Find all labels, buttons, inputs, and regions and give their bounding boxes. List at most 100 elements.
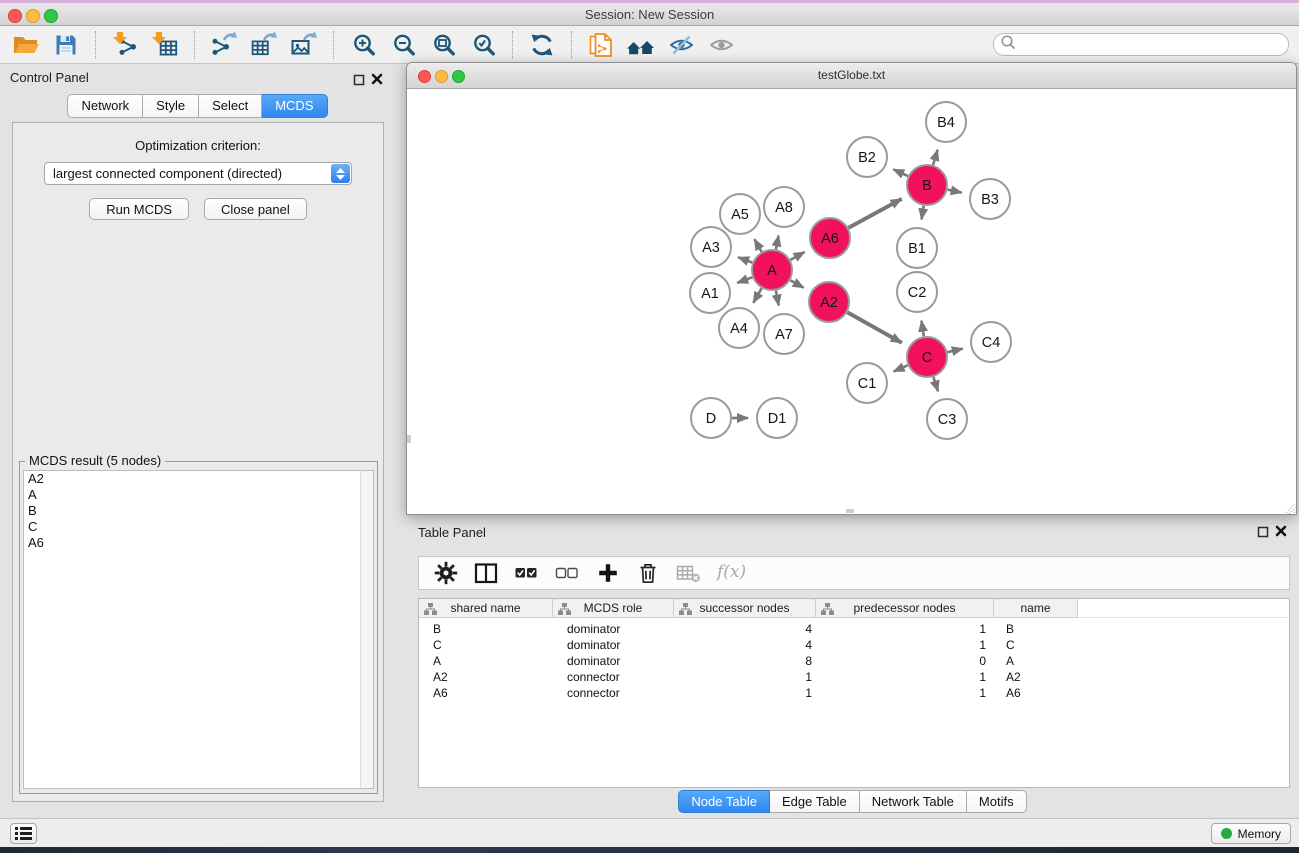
node-C1[interactable]: C1: [847, 363, 887, 403]
table-cell[interactable]: 1: [674, 670, 816, 684]
tab-network[interactable]: Network: [67, 94, 143, 118]
tab-edge-table[interactable]: Edge Table: [770, 790, 860, 813]
edge-C-C4[interactable]: [947, 349, 962, 353]
edge-A-A2[interactable]: [790, 280, 803, 288]
edge-A-A6[interactable]: [790, 252, 804, 260]
scrollbar-track[interactable]: [360, 471, 373, 788]
node-A4[interactable]: A4: [719, 308, 759, 348]
node-A3[interactable]: A3: [691, 227, 731, 267]
memory-button[interactable]: Memory: [1211, 823, 1291, 844]
table-cell[interactable]: 4: [674, 622, 816, 636]
main-titlebar[interactable]: Session: New Session: [0, 3, 1299, 26]
edge-A-A3[interactable]: [738, 257, 752, 262]
mcds-result-item[interactable]: A6: [24, 535, 373, 551]
edge-A-A4[interactable]: [753, 288, 761, 303]
table-cell[interactable]: A2: [994, 670, 1078, 684]
table-cell[interactable]: connector: [553, 686, 674, 700]
table-cell[interactable]: A6: [419, 686, 553, 700]
edge-A-A5[interactable]: [754, 239, 761, 252]
network-canvas[interactable]: B4B2BB3A5A8A6A3B1AA1C2A2A4A7C4CC1DD1C3: [407, 89, 1296, 514]
table-row[interactable]: A6connector11A6: [419, 685, 1289, 701]
table-cell[interactable]: C: [994, 638, 1078, 652]
node-A2[interactable]: A2: [809, 282, 849, 322]
column-header-predecessor-nodes[interactable]: predecessor nodes: [816, 599, 994, 618]
table-cell[interactable]: dominator: [553, 622, 674, 636]
mcds-result-item[interactable]: A: [24, 487, 373, 503]
eye-slash-icon[interactable]: [666, 30, 696, 60]
table-cell[interactable]: 1: [816, 686, 994, 700]
mcds-result-item[interactable]: C: [24, 519, 373, 535]
column-header-shared-name[interactable]: shared name: [419, 599, 553, 618]
edge-B-B4[interactable]: [933, 150, 938, 165]
mcds-result-item[interactable]: A2: [24, 471, 373, 487]
table-cell[interactable]: A6: [994, 686, 1078, 700]
tab-node-table[interactable]: Node Table: [678, 790, 770, 813]
node-C4[interactable]: C4: [971, 322, 1011, 362]
network-window-titlebar[interactable]: testGlobe.txt: [407, 63, 1296, 89]
task-history-button[interactable]: [10, 823, 37, 844]
node-A[interactable]: A: [752, 250, 792, 290]
column-header-successor-nodes[interactable]: successor nodes: [674, 599, 816, 618]
edge-B-B3[interactable]: [948, 190, 962, 193]
export-image-icon[interactable]: [289, 30, 319, 60]
table-cell[interactable]: B: [419, 622, 553, 636]
add-icon[interactable]: [596, 561, 620, 585]
float-panel-icon[interactable]: [353, 73, 365, 91]
split-column-icon[interactable]: [474, 562, 498, 585]
table-cell[interactable]: connector: [553, 670, 674, 684]
node-A6[interactable]: A6: [810, 218, 850, 258]
network-graph[interactable]: B4B2BB3A5A8A6A3B1AA1C2A2A4A7C4CC1DD1C3: [407, 89, 1296, 514]
column-header-name[interactable]: name: [994, 599, 1078, 618]
trash-icon[interactable]: [636, 561, 660, 585]
close-table-panel-icon[interactable]: [1275, 524, 1287, 542]
node-A7[interactable]: A7: [764, 314, 804, 354]
tab-style[interactable]: Style: [143, 94, 199, 118]
table-cell[interactable]: dominator: [553, 638, 674, 652]
refresh-icon[interactable]: [527, 30, 557, 60]
node-B1[interactable]: B1: [897, 228, 937, 268]
node-C[interactable]: C: [907, 337, 947, 377]
import-table-icon[interactable]: [150, 30, 180, 60]
node-B[interactable]: B: [907, 165, 947, 205]
mcds-result-list[interactable]: A2ABCA6: [23, 470, 374, 789]
table-cell[interactable]: A: [994, 654, 1078, 668]
edge-A-A7[interactable]: [776, 291, 779, 306]
fx-icon[interactable]: f(x): [717, 564, 746, 582]
edge-C-C2[interactable]: [921, 321, 923, 337]
node-B4[interactable]: B4: [926, 102, 966, 142]
edge-B-B2[interactable]: [893, 169, 908, 176]
edge-A2-C[interactable]: [847, 312, 901, 343]
edge-A6-B[interactable]: [848, 199, 901, 228]
close-panel-button[interactable]: Close panel: [204, 198, 307, 220]
optimization-criterion-dropdown[interactable]: largest connected component (directed): [44, 162, 352, 185]
eye-icon[interactable]: [706, 30, 736, 60]
export-table-icon[interactable]: [249, 30, 279, 60]
edge-A-A8[interactable]: [776, 236, 779, 250]
save-icon[interactable]: [51, 30, 81, 60]
zoom-fit-icon[interactable]: [428, 30, 458, 60]
table-cell[interactable]: 0: [816, 654, 994, 668]
tab-mcds[interactable]: MCDS: [262, 94, 327, 118]
zoom-out-icon[interactable]: [388, 30, 418, 60]
resize-gripper[interactable]: [1286, 504, 1296, 514]
float-table-panel-icon[interactable]: [1257, 525, 1269, 543]
run-mcds-button[interactable]: Run MCDS: [89, 198, 189, 220]
table-cell[interactable]: B: [994, 622, 1078, 636]
node-A5[interactable]: A5: [720, 194, 760, 234]
node-A8[interactable]: A8: [764, 187, 804, 227]
network-file-icon[interactable]: [586, 30, 616, 60]
edge-B-B1[interactable]: [922, 206, 924, 220]
table-cell[interactable]: C: [419, 638, 553, 652]
gear-icon[interactable]: [434, 561, 458, 585]
node-A1[interactable]: A1: [690, 273, 730, 313]
zoom-in-icon[interactable]: [348, 30, 378, 60]
table-cell[interactable]: 8: [674, 654, 816, 668]
tab-motifs[interactable]: Motifs: [967, 790, 1027, 813]
table-row[interactable]: Adominator80A: [419, 653, 1289, 669]
close-panel-icon[interactable]: [371, 72, 383, 90]
mcds-result-item[interactable]: B: [24, 503, 373, 519]
search-input[interactable]: [1016, 36, 1288, 53]
column-header-MCDS-role[interactable]: MCDS role: [553, 599, 674, 618]
table-cell[interactable]: 1: [816, 622, 994, 636]
home-pair-icon[interactable]: [626, 30, 656, 60]
